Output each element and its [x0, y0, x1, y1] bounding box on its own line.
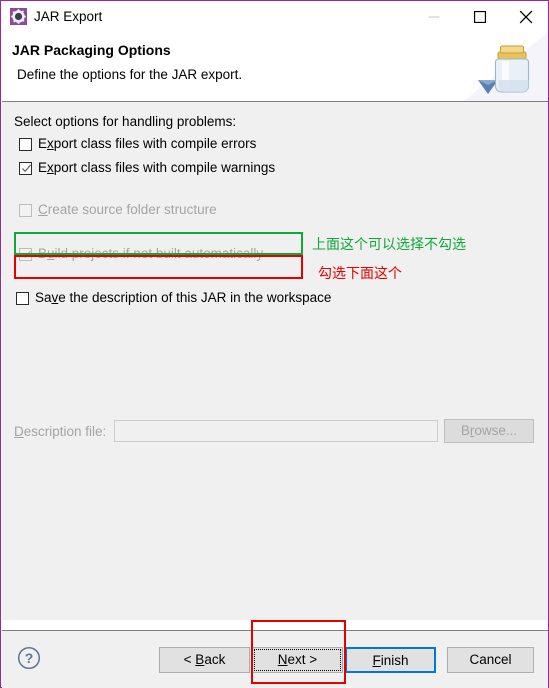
close-button[interactable] [503, 1, 549, 32]
checkbox-box [19, 247, 32, 261]
dialog-content: Select options for handling problems: Ex… [2, 102, 548, 620]
maximize-button[interactable] [457, 1, 503, 32]
checkbox-export-compile-errors[interactable]: Export class files with compile errors [19, 135, 256, 153]
checkbox-box [16, 291, 29, 305]
checkbox-box [19, 161, 32, 175]
checkbox-export-compile-warnings[interactable]: Export class files with compile warnings [19, 159, 275, 177]
next-button[interactable]: Next > [252, 647, 343, 673]
annotation-text-red: 勾选下面这个 [318, 265, 402, 281]
checkbox-label: Export class files with compile warnings [38, 160, 276, 175]
jar-export-icon [464, 32, 548, 101]
checkbox-label: Build projects if not built automaticall… [38, 246, 264, 261]
minimize-button[interactable] [411, 1, 457, 32]
description-file-label: Description file: [14, 424, 107, 439]
help-question-icon[interactable]: ? [17, 646, 41, 670]
eclipse-gear-icon [10, 8, 27, 25]
back-button[interactable]: < Back [159, 647, 250, 673]
checkbox-box [19, 203, 32, 217]
annotation-text-green: 上面这个可以选择不勾选 [312, 236, 466, 252]
check-icon [21, 249, 32, 258]
finish-button[interactable]: Finish [345, 647, 436, 673]
checkbox-create-source-folder-structure: Create source folder structure [19, 201, 217, 219]
check-icon [21, 163, 32, 172]
checkbox-label: Save the description of this JAR in the … [35, 290, 332, 305]
checkbox-save-description[interactable]: Save the description of this JAR in the … [16, 289, 331, 307]
checkbox-box [19, 137, 32, 151]
checkbox-label: Export class files with compile errors [38, 136, 257, 151]
checkbox-label: Create source folder structure [38, 202, 217, 217]
handling-problems-label: Select options for handling problems: [14, 114, 237, 129]
jar-export-dialog: JAR Export JAR Packaging Options Define … [0, 0, 549, 688]
checkbox-build-projects: Build projects if not built automaticall… [19, 245, 263, 263]
window-title: JAR Export [34, 9, 103, 24]
browse-button[interactable]: Browse... [444, 419, 534, 443]
page-title: JAR Packaging Options [12, 42, 171, 58]
cancel-button[interactable]: Cancel [447, 647, 534, 673]
dialog-header: JAR Packaging Options Define the options… [2, 32, 548, 101]
description-file-input[interactable] [114, 420, 438, 442]
svg-text:?: ? [25, 650, 34, 666]
title-bar: JAR Export [1, 1, 548, 32]
page-description: Define the options for the JAR export. [17, 67, 243, 82]
